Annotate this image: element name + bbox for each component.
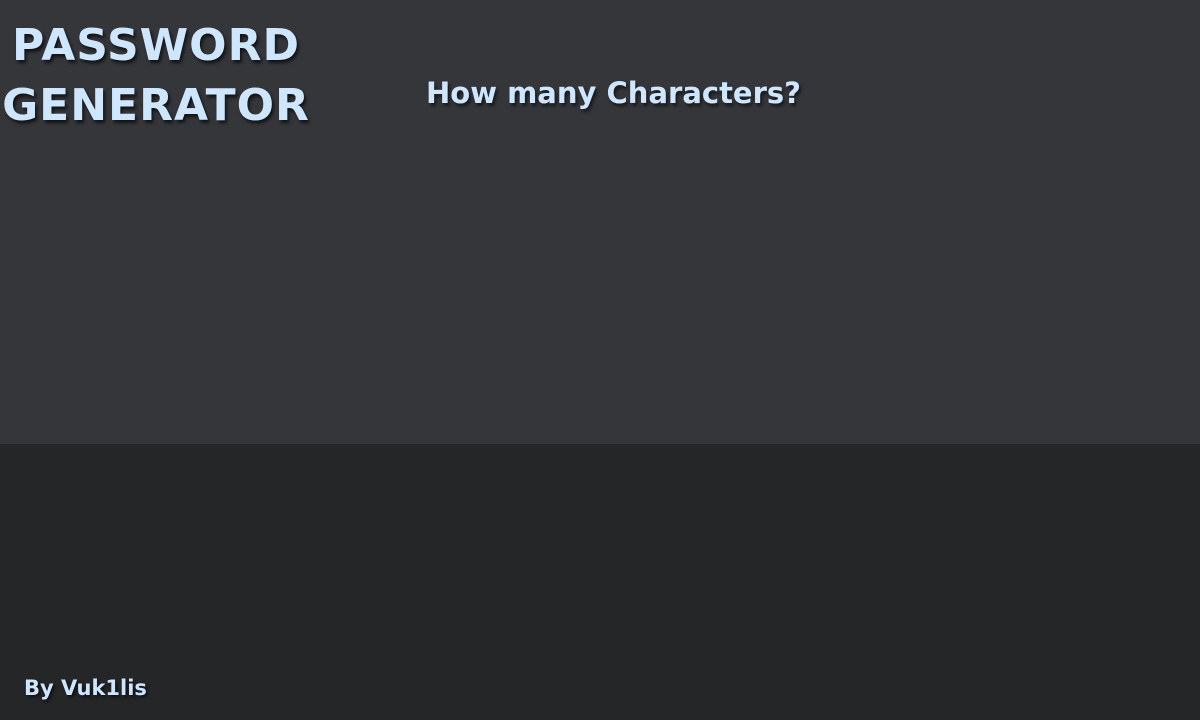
- author-credit: By Vuk1lis: [24, 676, 147, 700]
- bottom-panel: [0, 444, 1200, 720]
- app-title-line-2: GENERATOR: [2, 80, 310, 131]
- top-panel: PASSWORD GENERATOR How many Characters?: [0, 0, 1200, 444]
- app-title: PASSWORD GENERATOR: [0, 16, 312, 136]
- app-title-line-1: PASSWORD: [11, 20, 300, 71]
- password-generator-page: PASSWORD GENERATOR How many Characters? …: [0, 0, 1200, 720]
- character-count-question: How many Characters?: [426, 76, 801, 110]
